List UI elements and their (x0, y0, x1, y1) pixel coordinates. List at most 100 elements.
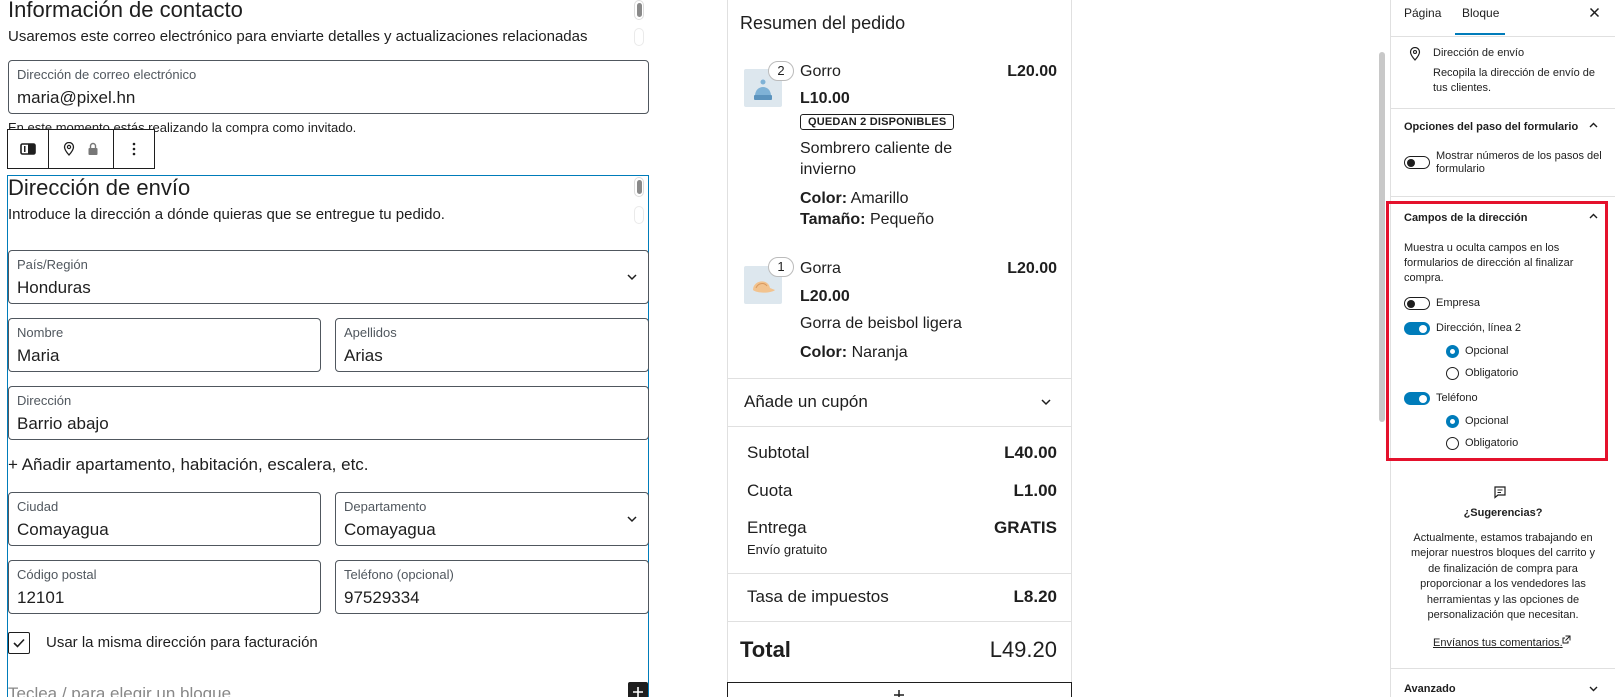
item-attribute: Color: Naranja (800, 344, 908, 361)
item-attribute: Tamaño: Pequeño (800, 211, 934, 228)
coupon-toggle[interactable]: Añade un cupón (744, 392, 868, 412)
location-pin-icon[interactable] (57, 130, 81, 168)
first-name-value: Maria (17, 346, 60, 365)
suggestions-text: mejorar nuestros bloques del carrito y (1410, 547, 1596, 559)
delivery-value: GRATIS (994, 518, 1057, 537)
divider (728, 621, 1071, 622)
suggestions-text: Actualmente, estamos trabajando en (1413, 532, 1593, 544)
tax-label: Tasa de impuestos (747, 587, 889, 606)
country-select[interactable]: País/Región Honduras (8, 250, 649, 304)
item-description: Gorra de beisbol ligera (800, 315, 962, 332)
same-billing-label: Usar la misma dirección para facturación (46, 634, 318, 651)
item-name: Gorra (800, 260, 841, 277)
first-name-field[interactable]: Nombre Maria (8, 318, 321, 372)
postcode-value: 12101 (17, 588, 65, 607)
last-name-field[interactable]: Apellidos Arias (335, 318, 649, 372)
phone-value: 97529334 (344, 588, 420, 607)
plus-icon (633, 687, 643, 697)
quantity-badge: 2 (768, 61, 794, 81)
contact-scrollbar[interactable] (634, 0, 644, 20)
chevron-up-icon[interactable] (1588, 120, 1599, 131)
email-label: Dirección de correo electrónico (17, 67, 197, 82)
show-step-numbers-toggle[interactable] (1404, 156, 1430, 169)
suggestions-text: de finalización de compra para (1428, 563, 1578, 575)
feedback-link[interactable]: Envíanos tus comentarios. (1433, 637, 1563, 649)
suggestions-text: herramientas y las opciones de (1426, 594, 1580, 606)
address-field[interactable]: Dirección Barrio abajo (8, 386, 649, 440)
state-select[interactable]: Departamento Comayagua (335, 492, 649, 546)
block-type-icon[interactable] (8, 130, 48, 168)
item-description-cont: invierno (800, 161, 857, 178)
add-apartment-link[interactable]: + Añadir apartamento, habitación, escale… (8, 455, 369, 475)
contact-description: Usaremos este correo electrónico para en… (8, 28, 588, 45)
advanced-title[interactable]: Avanzado (1404, 683, 1456, 695)
chevron-down-icon[interactable] (1588, 683, 1599, 694)
shipping-scrollbar[interactable] (634, 177, 644, 197)
phone-field[interactable]: Teléfono (opcional) 97529334 (335, 560, 649, 614)
external-link-icon (1562, 635, 1571, 644)
contact-heading: Información de contacto (8, 0, 243, 22)
quantity-badge: 1 (768, 257, 794, 277)
contact-scrollbar-track (634, 28, 644, 46)
divider (1391, 36, 1615, 37)
state-label: Departamento (344, 499, 427, 514)
phone-label: Teléfono (opcional) (344, 567, 454, 582)
suggestions-text: personalización que necesitan. (1427, 609, 1579, 621)
canvas-scrollbar[interactable] (1379, 52, 1385, 422)
fee-value: L1.00 (1013, 481, 1057, 500)
address-label: Dirección (17, 393, 72, 408)
chevron-down-icon (627, 274, 637, 281)
lock-icon[interactable] (81, 130, 105, 168)
highlight-box (1386, 201, 1608, 461)
same-billing-checkbox[interactable] (8, 632, 30, 654)
block-description-cont: tus clientes. (1433, 82, 1492, 94)
last-name-value: Arias (344, 346, 383, 365)
divider (728, 573, 1071, 574)
divider (1391, 668, 1615, 669)
order-summary-title: Resumen del pedido (740, 13, 906, 33)
city-label: Ciudad (17, 499, 59, 514)
delivery-note: Envío gratuito (747, 542, 828, 557)
show-step-numbers-label: Mostrar números de los pasos del (1436, 150, 1602, 162)
address-value: Barrio abajo (17, 414, 109, 433)
delivery-label: Entrega (747, 518, 807, 537)
email-field[interactable]: Dirección de correo electrónico maria@pi… (8, 60, 649, 114)
chevron-down-icon[interactable] (1040, 396, 1052, 408)
item-unit-price: L10.00 (800, 90, 850, 107)
tab-block[interactable]: Bloque (1462, 6, 1499, 20)
block-title: Dirección de envío (1433, 47, 1525, 59)
item-total: L20.00 (1007, 63, 1057, 80)
first-name-label: Nombre (17, 325, 64, 340)
country-label: País/Región (17, 257, 88, 272)
active-tab-indicator (1455, 33, 1505, 35)
suggestions-text: proporcionar a los vendedores las (1420, 578, 1586, 590)
add-block-appender[interactable] (727, 682, 1072, 697)
total-label: Total (740, 637, 791, 662)
stock-badge: QUEDAN 2 DISPONIBLES (800, 114, 955, 130)
item-name: Gorro (800, 63, 841, 80)
subtotal-value: L40.00 (1004, 443, 1057, 462)
fee-label: Cuota (747, 481, 793, 500)
postcode-field[interactable]: Código postal 12101 (8, 560, 321, 614)
close-icon[interactable] (1589, 7, 1600, 18)
tab-page[interactable]: Página (1404, 6, 1441, 20)
more-options-icon[interactable] (114, 130, 154, 168)
shipping-scrollbar-track (634, 206, 644, 224)
divider (728, 426, 1071, 427)
chevron-down-icon (627, 516, 637, 523)
last-name-label: Apellidos (344, 325, 397, 340)
block-toolbar (7, 129, 155, 169)
feedback-icon (1494, 486, 1506, 499)
add-block-button[interactable] (628, 682, 648, 697)
total-value: L49.20 (989, 637, 1057, 662)
step-options-title[interactable]: Opciones del paso del formulario (1404, 121, 1578, 133)
state-value: Comayagua (344, 520, 436, 539)
subtotal-label: Subtotal (747, 443, 810, 462)
city-field[interactable]: Ciudad Comayagua (8, 492, 321, 546)
suggestions-title: ¿Sugerencias? (1463, 507, 1543, 519)
item-description: Sombrero caliente de (800, 140, 953, 157)
item-attribute: Color: Amarillo (800, 190, 909, 207)
location-pin-icon (1409, 47, 1421, 61)
plus-icon (894, 690, 904, 697)
block-prompt[interactable]: Teclea / para elegir un bloque (8, 684, 231, 697)
